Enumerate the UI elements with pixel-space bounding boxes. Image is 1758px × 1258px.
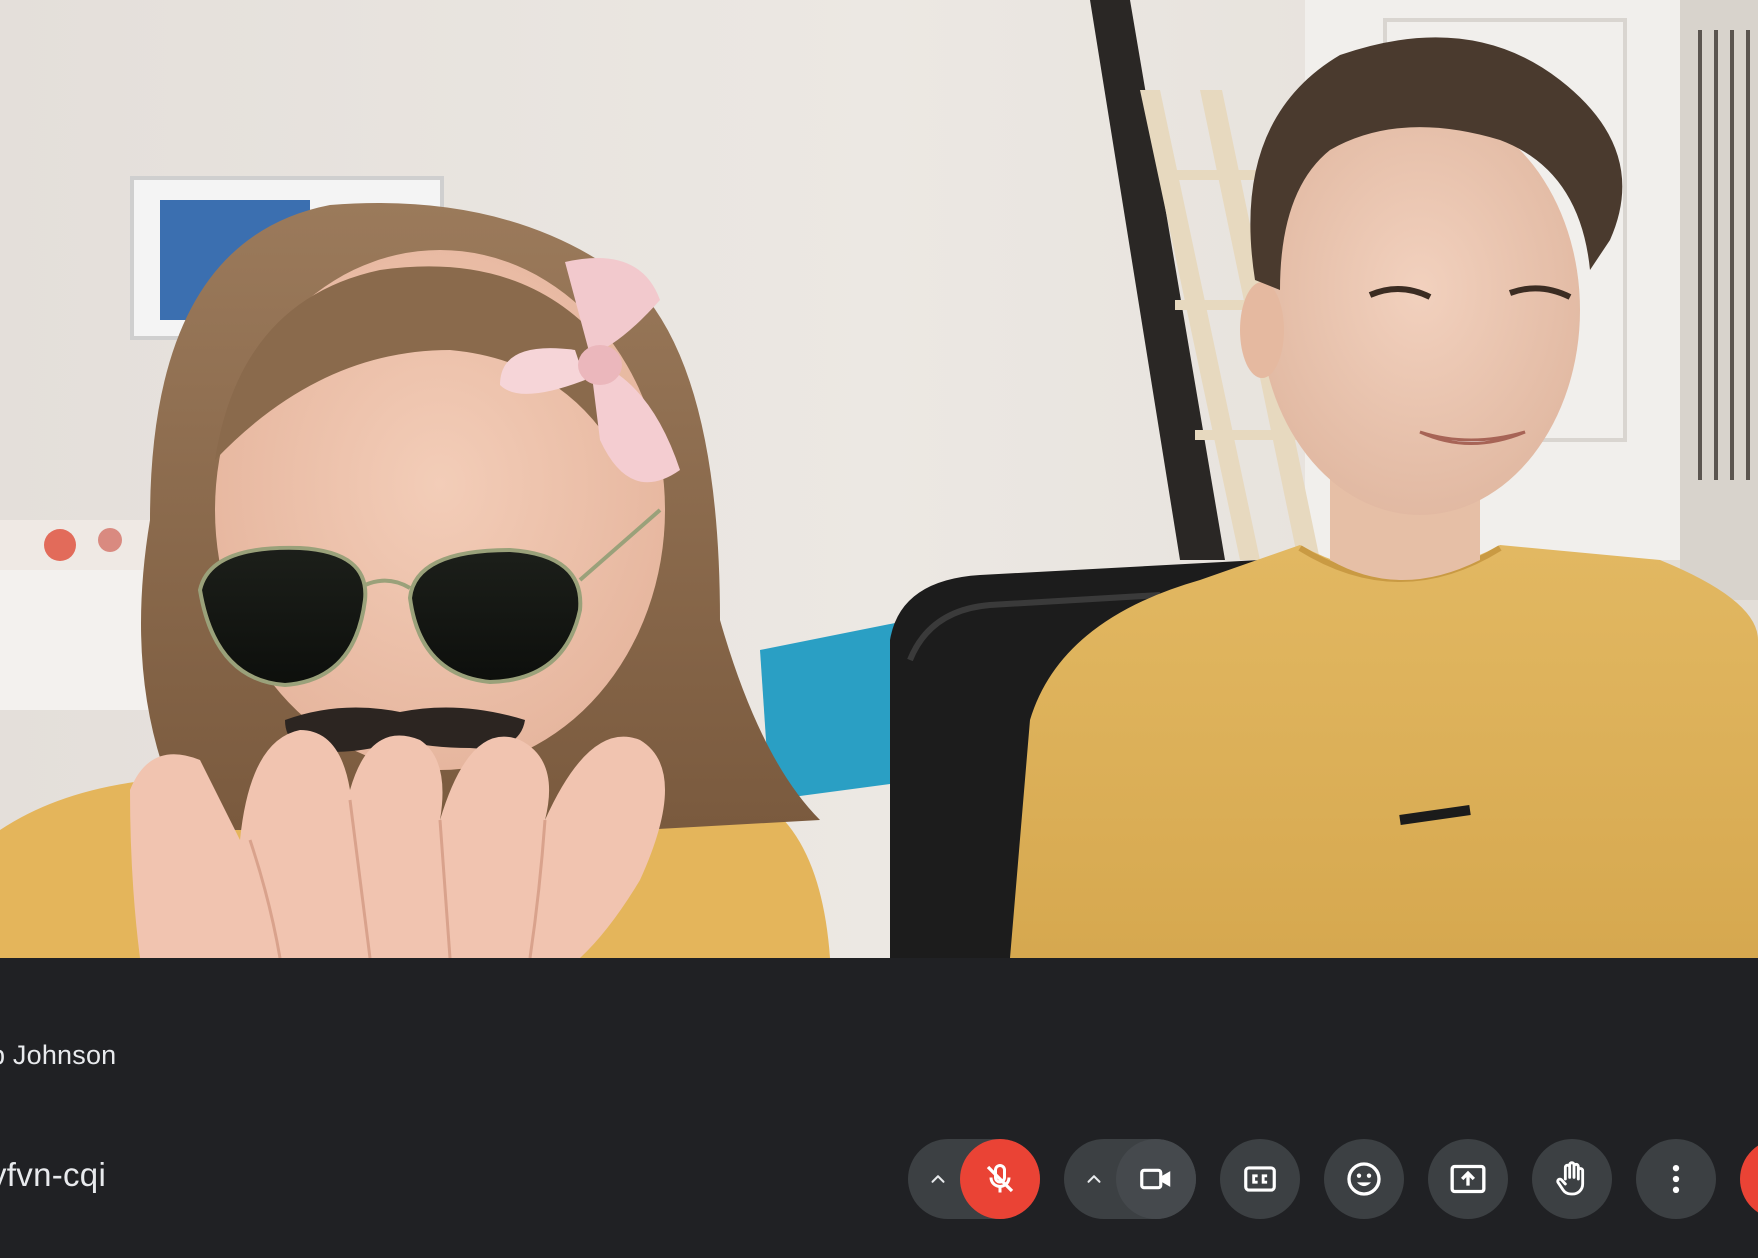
more-vert-icon <box>1672 1165 1680 1193</box>
camera-group <box>1064 1139 1196 1219</box>
emoji-icon <box>1347 1162 1381 1196</box>
leave-call-button[interactable] <box>1740 1139 1758 1219</box>
videocam-icon <box>1140 1168 1171 1190</box>
more-options-button[interactable] <box>1636 1139 1716 1219</box>
camera-toggle-button[interactable] <box>1116 1139 1196 1219</box>
mic-off-icon <box>986 1163 1014 1193</box>
mic-group <box>908 1139 1040 1219</box>
video-options-chevron-up-icon[interactable] <box>1076 1161 1112 1197</box>
captions-button[interactable] <box>1220 1139 1300 1219</box>
reactions-button[interactable] <box>1324 1139 1404 1219</box>
meeting-code: yfvn-cqi <box>0 1156 107 1193</box>
meet-window: b Johnson yfvn-cqi <box>0 0 1758 1258</box>
participant-name-label: b Johnson <box>0 1040 117 1070</box>
audio-options-chevron-up-icon[interactable] <box>920 1161 956 1197</box>
mic-toggle-button[interactable] <box>960 1139 1040 1219</box>
control-bar: b Johnson yfvn-cqi <box>0 958 1758 1258</box>
present-screen-button[interactable] <box>1428 1139 1508 1219</box>
participant-video-tile <box>0 0 1758 958</box>
present-screen-icon <box>1450 1164 1486 1194</box>
video-frame <box>0 0 1758 958</box>
closed-caption-icon <box>1244 1166 1276 1192</box>
raise-hand-button[interactable] <box>1532 1139 1612 1219</box>
hand-icon <box>1556 1161 1585 1196</box>
